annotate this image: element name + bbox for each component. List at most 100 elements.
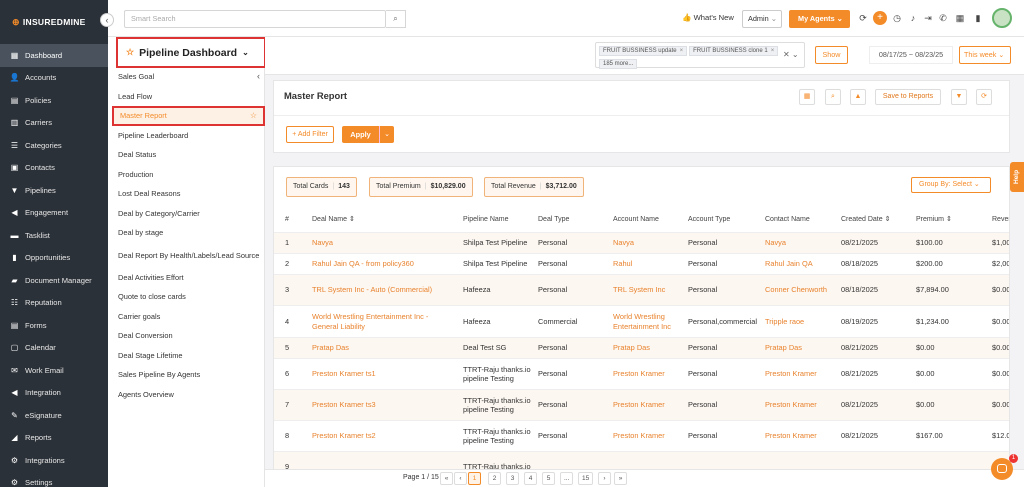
table-row[interactable]: 6 Preston Kramer ts1 TTRT-Raju thanks.io p… <box>274 359 1009 390</box>
table-cell[interactable]: Preston Kramer <box>765 359 841 389</box>
refresh-icon[interactable]: ⟳ <box>976 89 992 105</box>
report-item[interactable]: Deal Report By Health/Labels/Lead Source <box>108 243 265 268</box>
table-cell[interactable]: Preston Kramer <box>613 390 688 420</box>
upload-icon[interactable]: ▲ <box>850 89 866 105</box>
column-header[interactable]: Contact Name <box>765 208 841 232</box>
report-item[interactable]: Deal Conversion <box>108 326 265 346</box>
nav-item-tasklist[interactable]: ▬ Tasklist <box>0 224 108 247</box>
table-cell[interactable]: Preston Kramer ts2 <box>312 421 460 451</box>
nav-item-reports[interactable]: ◢ Reports <box>0 427 108 450</box>
nav-item-integration[interactable]: ◀ Integration <box>0 382 108 405</box>
report-item[interactable]: Quote to close cards <box>108 287 265 307</box>
page-button[interactable]: » <box>614 472 627 485</box>
page-button[interactable]: « <box>440 472 453 485</box>
table-cell[interactable]: Preston Kramer <box>765 390 841 420</box>
table-cell[interactable]: Navya <box>312 233 460 253</box>
column-header[interactable]: Deal Name ⇕ <box>312 208 460 232</box>
clear-tags-icon[interactable]: ✕ ⌄ <box>783 50 799 59</box>
table-cell[interactable]: Preston Kramer <box>613 421 688 451</box>
remove-tag-icon[interactable]: × <box>680 48 684 54</box>
table-cell[interactable]: Rahul Jain QA <box>765 254 841 274</box>
brand-logo[interactable]: ⊕ INSUREDMINE <box>0 0 108 44</box>
period-select[interactable]: This week ⌄ <box>959 46 1011 64</box>
columns-icon[interactable]: ▦ <box>799 89 815 105</box>
nav-item-engagement[interactable]: ◀ Engagement <box>0 202 108 225</box>
page-button[interactable]: 3 <box>506 472 519 485</box>
report-item[interactable]: Deal Status <box>108 145 265 165</box>
table-cell[interactable]: Preston Kramer <box>613 359 688 389</box>
bell-icon[interactable]: ♪ <box>907 13 919 23</box>
nav-item-settings[interactable]: ⚙ Settings <box>0 472 108 487</box>
table-cell[interactable]: Navya <box>765 233 841 253</box>
my-agents-button[interactable]: My Agents ⌄ <box>789 10 850 28</box>
page-button[interactable]: 5 <box>542 472 555 485</box>
table-row[interactable]: 2 Rahul Jain QA - from policy360 Shilpa Te… <box>274 254 1009 275</box>
table-cell[interactable]: Preston Kramer ts1 <box>312 359 460 389</box>
nav-item-document-manager[interactable]: ▰ Document Manager <box>0 269 108 292</box>
table-row[interactable]: 1 Navya Shilpa Test Pipeline Personal Navya P… <box>274 233 1009 254</box>
pipeline-tag-select[interactable]: FRUIT BUSSINESS update × FRUIT BUSSINESS c… <box>595 42 805 69</box>
table-cell[interactable]: World Wrestling Entertainment Inc <box>613 306 688 337</box>
column-header[interactable]: Pipeline Name <box>463 208 538 232</box>
search-icon[interactable]: ⌕ <box>825 89 841 105</box>
report-item[interactable]: Lead Flow <box>108 87 265 107</box>
page-button[interactable]: 1 <box>468 472 481 485</box>
page-button[interactable]: ... <box>560 472 574 485</box>
page-button[interactable]: 15 <box>578 472 594 485</box>
nav-item-forms[interactable]: ▤ Forms <box>0 314 108 337</box>
nav-item-contacts[interactable]: ▣ Contacts <box>0 157 108 180</box>
report-item[interactable]: Deal by Category/Carrier <box>108 204 265 224</box>
admin-select[interactable]: Admin ⌄ <box>742 10 782 28</box>
table-row[interactable]: 8 Preston Kramer ts2 TTRT-Raju thanks.io p… <box>274 421 1009 452</box>
search-icon[interactable]: ⌕ <box>386 10 406 28</box>
collapse-nav-icon[interactable]: ‹ <box>100 13 114 27</box>
page-button[interactable]: 2 <box>488 472 501 485</box>
table-cell[interactable]: Conner Chenworth <box>765 275 841 305</box>
report-item[interactable]: Production <box>108 165 265 185</box>
table-cell[interactable]: Rahul <box>613 254 688 274</box>
date-range-field[interactable]: 08/17/25 ~ 08/23/25 <box>869 46 953 64</box>
filter-icon[interactable]: ▼ <box>951 89 967 105</box>
filter-tag[interactable]: FRUIT BUSSINESS update × <box>599 46 688 56</box>
column-header[interactable]: Created Date ⇕ <box>841 208 916 232</box>
nav-item-reputation[interactable]: ☷ Reputation <box>0 292 108 315</box>
dashboard-selector[interactable]: ☆ Pipeline Dashboard ⌄ <box>116 37 266 68</box>
add-filter-button[interactable]: + Add Filter <box>286 126 334 143</box>
remove-tag-icon[interactable]: × <box>771 48 775 54</box>
report-item[interactable]: Deal Activities Effort <box>108 268 265 288</box>
save-to-reports-button[interactable]: Save to Reports <box>875 89 941 105</box>
table-cell[interactable]: Rahul Jain QA - from policy360 <box>312 254 460 274</box>
report-item[interactable]: Sales Goal <box>108 67 265 87</box>
nav-item-integrations[interactable]: ⚙ Integrations <box>0 449 108 472</box>
report-item[interactable]: Agents Overview <box>108 385 265 405</box>
report-item[interactable]: Pipeline Leaderboard <box>108 126 265 146</box>
table-row[interactable]: 3 TRL System Inc - Auto (Commercial) Hafee… <box>274 275 1009 306</box>
nav-item-pipelines[interactable]: ▼ Pipelines <box>0 179 108 202</box>
phone-icon[interactable]: ✆ <box>937 13 949 24</box>
nav-item-opportunities[interactable]: ▮ Opportunities <box>0 247 108 270</box>
whats-new-link[interactable]: 👍 What's New <box>682 13 734 22</box>
report-item[interactable]: Lost Deal Reasons <box>108 184 265 204</box>
table-cell[interactable]: Preston Kramer <box>765 421 841 451</box>
column-header[interactable]: Premium ⇕ <box>916 208 992 232</box>
plus-icon[interactable]: + <box>873 11 887 25</box>
column-header[interactable]: Account Name <box>613 208 688 232</box>
apply-button[interactable]: Apply <box>342 126 379 143</box>
report-item[interactable]: Sales Pipeline By Agents <box>108 365 265 385</box>
nav-item-work-email[interactable]: ✉ Work Email <box>0 359 108 382</box>
report-item[interactable]: Deal Stage Lifetime <box>108 346 265 366</box>
group-by-select[interactable]: Group By: Select ⌄ <box>911 177 991 193</box>
show-button[interactable]: Show <box>815 46 848 64</box>
nav-item-calendar[interactable]: ▢ Calendar <box>0 337 108 360</box>
column-header[interactable]: # <box>285 208 309 232</box>
page-button[interactable]: ‹ <box>454 472 467 485</box>
clock-icon[interactable]: ◷ <box>891 13 903 24</box>
table-cell[interactable]: Pratap Das <box>765 338 841 358</box>
page-button[interactable]: › <box>598 472 611 485</box>
filter-tag[interactable]: 185 more... <box>599 59 638 69</box>
star-icon[interactable]: ☆ <box>250 111 257 120</box>
apply-dropdown-icon[interactable]: ⌄ <box>379 126 394 143</box>
filter-tag[interactable]: FRUIT BUSSINESS clone 1 × <box>689 46 779 56</box>
report-item[interactable]: Deal by stage <box>108 223 265 243</box>
table-cell[interactable]: Tripple raoe <box>765 306 841 337</box>
